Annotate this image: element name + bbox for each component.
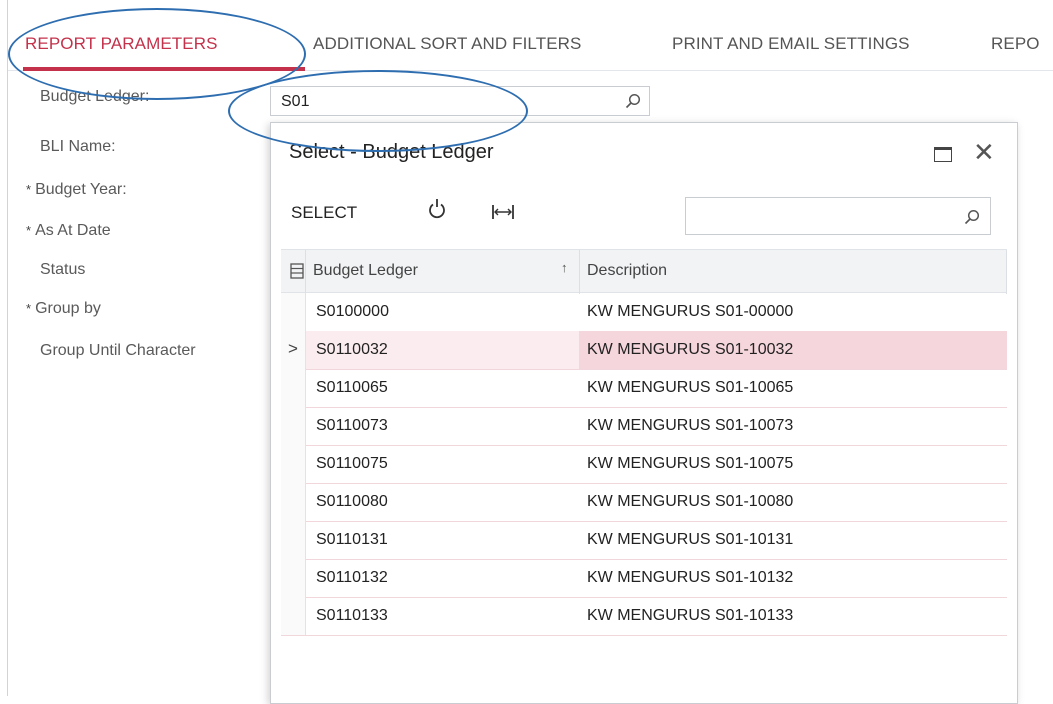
required-marker: * [26,301,32,316]
row-selector[interactable] [281,521,306,559]
column-chooser-icon[interactable] [290,263,304,279]
cell-description-container: KW MENGURUS S01-10073 [579,407,1007,445]
cell-budget-ledger: S0110065 [316,379,388,396]
cell-description-container: KW MENGURUS S01-10080 [579,483,1007,521]
search-icon[interactable] [625,93,641,109]
cell-description-container: KW MENGURUS S01-10133 [579,597,1007,635]
dialog-search-field[interactable] [685,197,991,235]
column-divider [305,250,306,294]
tab-bar: REPORT PARAMETERS ADDITIONAL SORT AND FI… [8,20,1053,71]
bli-name-label: BLI Name: [40,138,116,155]
tab-additional-sort-and-filters[interactable]: ADDITIONAL SORT AND FILTERS [313,34,581,54]
budget-year-label: Budget Year: [35,181,127,198]
cell-budget-ledger: S0110132 [316,569,388,586]
cell-description-container: KW MENGURUS S01-10132 [579,559,1007,597]
header-description[interactable]: Description [587,262,667,280]
sort-ascending-icon: ↑ [561,260,568,275]
page-left-border [7,0,8,696]
group-until-character-label: Group Until Character [40,342,196,359]
select-button[interactable]: SELECT [291,203,357,223]
cell-description: KW MENGURUS S01-00000 [587,303,794,320]
cell-description: KW MENGURUS S01-10133 [587,607,794,624]
cell-budget-ledger: S0110073 [316,417,388,434]
dialog-title: Select - Budget Ledger [289,141,494,163]
cell-description-container: KW MENGURUS S01-10032 [579,331,1007,369]
row-selector[interactable]: > [281,331,306,369]
table-row[interactable]: S0110073 KW MENGURUS S01-10073 [281,407,1007,446]
table-row[interactable]: S0110075 KW MENGURUS S01-10075 [281,445,1007,484]
cell-budget-ledger: S0110032 [316,341,388,358]
cell-description: KW MENGURUS S01-10080 [587,493,794,510]
cell-description: KW MENGURUS S01-10032 [587,341,794,358]
header-budget-ledger[interactable]: Budget Ledger [313,262,418,280]
cell-description: KW MENGURUS S01-10065 [587,379,794,396]
cell-description: KW MENGURUS S01-10073 [587,417,794,434]
budget-ledger-field[interactable] [270,86,650,116]
search-icon[interactable] [964,209,980,225]
dialog-search-input[interactable] [694,207,958,226]
row-selector[interactable] [281,483,306,521]
table-row-active[interactable]: > S0110032 KW MENGURUS S01-10032 [281,331,1007,370]
table-row[interactable]: S0110132 KW MENGURUS S01-10132 [281,559,1007,598]
fit-columns-icon[interactable] [491,203,515,221]
cell-budget-ledger: S0110133 [316,607,388,624]
cell-budget-ledger: S0100000 [316,303,389,320]
cell-description-container: KW MENGURUS S01-10065 [579,369,1007,407]
required-marker: * [26,182,32,197]
grid-header: Budget Ledger ↑ Description [281,249,1007,294]
required-marker: * [26,223,32,238]
maximize-icon[interactable] [934,147,952,162]
as-at-date-field-label: * As At Date [26,222,111,240]
row-selector[interactable] [281,559,306,597]
table-row[interactable]: S0100000 KW MENGURUS S01-00000 [281,293,1007,332]
tab-print-and-email-settings[interactable]: PRINT AND EMAIL SETTINGS [672,34,910,54]
cell-budget-ledger: S0110080 [316,493,388,510]
row-pointer-icon: > [288,339,298,358]
group-by-field-label: * Group by [26,300,101,318]
column-divider [1006,250,1007,294]
select-budget-ledger-dialog: Select - Budget Ledger ✕ SELECT Budget L… [270,122,1018,704]
table-row[interactable]: S0110065 KW MENGURUS S01-10065 [281,369,1007,408]
tab-report-parameters[interactable]: REPORT PARAMETERS [25,34,218,54]
row-selector[interactable] [281,445,306,483]
close-icon[interactable]: ✕ [973,139,995,165]
cell-description-container: KW MENGURUS S01-00000 [579,293,1007,331]
budget-year-field-label: * Budget Year: [26,181,127,199]
cell-description-container: KW MENGURUS S01-10131 [579,521,1007,559]
table-row[interactable]: S0110080 KW MENGURUS S01-10080 [281,483,1007,522]
budget-ledger-label: Budget Ledger: [40,88,150,105]
column-divider [579,250,580,294]
tab-report-truncated[interactable]: REPO [991,34,1040,54]
active-tab-indicator [23,67,305,71]
group-by-label: Group by [35,300,101,317]
row-selector[interactable] [281,293,306,331]
table-row[interactable]: S0110133 KW MENGURUS S01-10133 [281,597,1007,636]
cell-budget-ledger: S0110075 [316,455,388,472]
cell-description: KW MENGURUS S01-10131 [587,531,794,548]
refresh-icon[interactable] [426,198,448,222]
row-selector[interactable] [281,407,306,445]
cell-description: KW MENGURUS S01-10075 [587,455,794,472]
cell-description-container: KW MENGURUS S01-10075 [579,445,1007,483]
table-row[interactable]: S0110131 KW MENGURUS S01-10131 [281,521,1007,560]
cell-budget-ledger: S0110131 [316,531,388,548]
row-selector[interactable] [281,597,306,635]
row-selector[interactable] [281,369,306,407]
cell-description: KW MENGURUS S01-10132 [587,569,794,586]
budget-ledger-input[interactable] [279,92,613,112]
status-label: Status [40,261,86,278]
as-at-date-label: As At Date [35,222,111,239]
